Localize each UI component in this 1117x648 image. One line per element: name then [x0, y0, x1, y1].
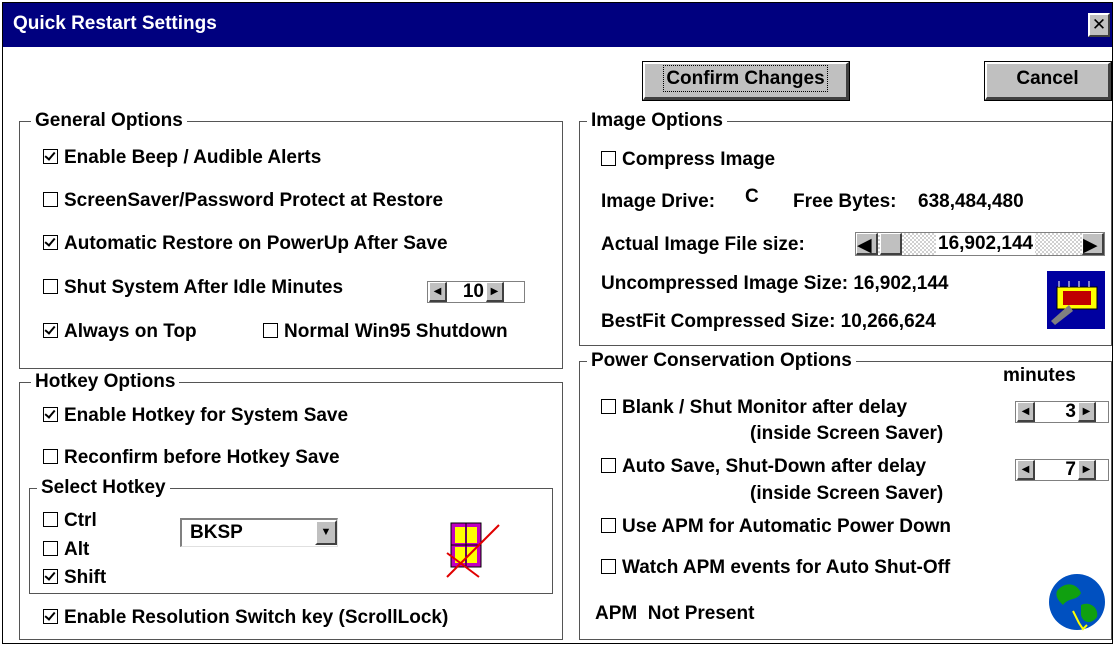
- idle-minutes-value: 10: [462, 281, 484, 302]
- title-bar[interactable]: Quick Restart Settings ✕: [3, 3, 1112, 47]
- left-arrow-icon[interactable]: ◀: [1017, 402, 1035, 422]
- blank-delay-spinner[interactable]: ◀ 3 ▶: [1015, 401, 1109, 423]
- beep-checkbox[interactable]: Enable Beep / Audible Alerts: [43, 147, 321, 169]
- compression-chip-icon: [1047, 271, 1105, 329]
- right-arrow-icon[interactable]: ▶: [1078, 402, 1096, 422]
- image-drive-value: C: [745, 186, 759, 207]
- auto-save-checkbox[interactable]: Auto Save, Shut-Down after delay: [601, 456, 926, 478]
- select-hotkey-title: Select Hotkey: [37, 478, 170, 498]
- cancel-label: Cancel: [1016, 68, 1079, 89]
- blank-monitor-checkbox[interactable]: Blank / Shut Monitor after delay: [601, 397, 907, 419]
- hotkey-key-value: BKSP: [190, 522, 243, 543]
- left-arrow-icon[interactable]: ◀: [429, 282, 447, 302]
- reconfirm-checkbox[interactable]: Reconfirm before Hotkey Save: [43, 447, 340, 469]
- compress-image-checkbox[interactable]: Compress Image: [601, 149, 775, 171]
- general-options-title: General Options: [31, 111, 187, 131]
- blank-delay-value: 3: [1065, 401, 1076, 422]
- auto-restore-checkbox[interactable]: Automatic Restore on PowerUp After Save: [43, 233, 448, 255]
- image-options-title: Image Options: [587, 111, 727, 131]
- resolution-switch-checkbox[interactable]: Enable Resolution Switch key (ScrollLock…: [43, 607, 448, 629]
- minutes-label: minutes: [1003, 365, 1076, 386]
- free-bytes-label: Free Bytes:: [793, 191, 897, 212]
- left-arrow-icon[interactable]: ◀: [1017, 460, 1035, 480]
- hotkey-window-icon: [446, 522, 500, 578]
- actual-size-scrollbar[interactable]: ◀ ▶ 16,902,144: [855, 232, 1105, 256]
- auto-save-note: (inside Screen Saver): [750, 483, 944, 504]
- uncompressed-size-text: Uncompressed Image Size: 16,902,144: [601, 273, 949, 294]
- confirm-changes-label: Confirm Changes: [663, 65, 828, 92]
- left-arrow-icon[interactable]: ◀: [856, 233, 878, 256]
- free-bytes-value: 638,484,480: [918, 191, 1024, 212]
- hotkey-key-select[interactable]: BKSP ▼: [180, 518, 338, 547]
- actual-size-label: Actual Image File size:: [601, 234, 805, 255]
- chevron-down-icon[interactable]: ▼: [315, 520, 337, 545]
- confirm-changes-button[interactable]: Confirm Changes: [642, 61, 850, 101]
- settings-window: Quick Restart Settings ✕ Confirm Changes…: [2, 2, 1113, 644]
- enable-hotkey-checkbox[interactable]: Enable Hotkey for System Save: [43, 405, 348, 427]
- apm-status-text: APM Not Present: [595, 603, 755, 624]
- auto-save-delay-spinner[interactable]: ◀ 7 ▶: [1015, 459, 1109, 481]
- normal-shutdown-checkbox[interactable]: Normal Win95 Shutdown: [263, 321, 508, 343]
- window-title: Quick Restart Settings: [13, 13, 217, 34]
- actual-size-value: 16,902,144: [936, 233, 1036, 255]
- idle-minutes-spinner[interactable]: ◀ 10 ▶: [427, 281, 525, 303]
- image-drive-label: Image Drive:: [601, 191, 716, 212]
- hotkey-options-title: Hotkey Options: [31, 372, 180, 392]
- always-on-top-checkbox[interactable]: Always on Top: [43, 321, 197, 343]
- bestfit-size-text: BestFit Compressed Size: 10,266,624: [601, 311, 936, 332]
- shut-idle-checkbox[interactable]: Shut System After Idle Minutes: [43, 277, 343, 299]
- shift-checkbox[interactable]: Shift: [43, 567, 106, 589]
- screensaver-checkbox[interactable]: ScreenSaver/Password Protect at Restore: [43, 190, 443, 212]
- auto-save-delay-value: 7: [1065, 459, 1076, 480]
- scroll-thumb[interactable]: [880, 233, 902, 255]
- right-arrow-icon[interactable]: ▶: [1082, 233, 1104, 256]
- alt-checkbox[interactable]: Alt: [43, 539, 89, 561]
- watch-apm-checkbox[interactable]: Watch APM events for Auto Shut-Off: [601, 557, 950, 579]
- cancel-button[interactable]: Cancel: [984, 61, 1112, 101]
- blank-monitor-note: (inside Screen Saver): [750, 423, 944, 444]
- close-button[interactable]: ✕: [1088, 13, 1110, 37]
- right-arrow-icon[interactable]: ▶: [1078, 460, 1096, 480]
- right-arrow-icon[interactable]: ▶: [486, 282, 504, 302]
- use-apm-checkbox[interactable]: Use APM for Automatic Power Down: [601, 516, 951, 538]
- power-options-title: Power Conservation Options: [587, 351, 856, 371]
- globe-icon: [1049, 574, 1105, 631]
- ctrl-checkbox[interactable]: Ctrl: [43, 510, 97, 532]
